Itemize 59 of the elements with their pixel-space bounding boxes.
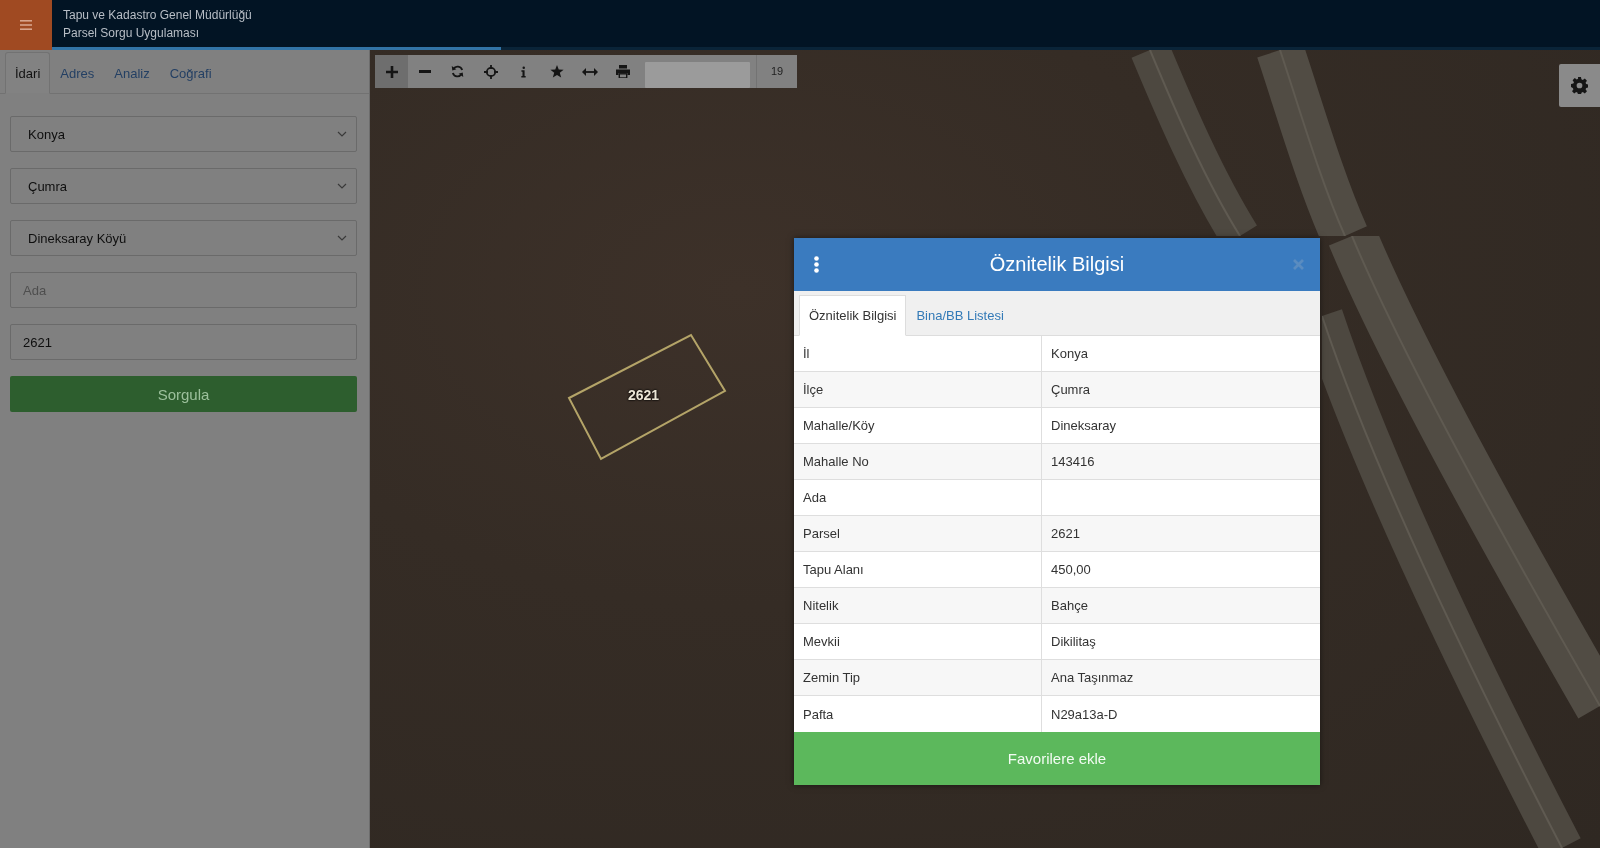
printer-icon	[615, 65, 630, 78]
select-field[interactable]: Dineksaray Köyü	[10, 220, 357, 256]
attribute-name-cell: Mahalle/Köy	[794, 408, 1042, 443]
attribute-name-cell: Nitelik	[794, 588, 1042, 623]
dialog-tab[interactable]: Bina/BB Listesi	[906, 295, 1014, 336]
dialog-title: Öznitelik Bilgisi	[989, 253, 1125, 276]
select-field[interactable]: Konya	[10, 116, 357, 152]
close-icon	[1293, 259, 1304, 270]
attribute-value-cell-text: Çumra	[1050, 381, 1091, 399]
attribute-value-cell-text: 143416	[1050, 453, 1096, 471]
sidebar-tab[interactable]: Adres	[50, 52, 105, 94]
attribute-name-cell: Zemin Tip	[794, 660, 1042, 695]
settings-icon	[1571, 77, 1588, 94]
chevron-down-icon	[337, 235, 347, 241]
text-input-field[interactable]: 2621	[10, 324, 357, 360]
attribute-value-cell-text: Konya	[1050, 345, 1089, 363]
attribute-value-cell-text: 2621	[1050, 525, 1081, 543]
sidebar-tab[interactable]: Analiz	[104, 52, 160, 94]
attribute-value-cell-text: Ana Taşınmaz	[1050, 669, 1135, 687]
sidebar-tab[interactable]: İdari	[5, 52, 51, 94]
attribute-name-cell: İlçe	[794, 372, 1042, 407]
minus-icon	[418, 70, 431, 73]
settings-button[interactable]	[1559, 64, 1600, 107]
attribute-name-cell: Tapu Alanı	[794, 552, 1042, 587]
zoom-in-button[interactable]	[375, 55, 408, 88]
attribute-name-cell: Parsel	[794, 516, 1042, 551]
dialog-tab[interactable]: Öznitelik Bilgisi	[799, 295, 907, 336]
blank-field[interactable]	[645, 62, 750, 88]
query-button[interactable]: Sorgula	[10, 376, 357, 412]
star-icon	[549, 65, 564, 78]
crosshair-icon	[483, 64, 498, 79]
menu-icon	[20, 20, 32, 30]
attribute-name-cell: İl	[794, 336, 1042, 371]
attribute-name-cell: Ada	[794, 480, 1042, 515]
select-value: Çumra	[28, 178, 67, 194]
select-value: Dineksaray Köyü	[28, 230, 127, 246]
attribute-value-cell-text: Dikilitaş	[1050, 633, 1097, 651]
attribute-value-cell-text: 450,00	[1050, 561, 1092, 579]
parcel-label: 2621	[628, 387, 660, 403]
plus-icon	[385, 65, 398, 78]
attribute-value-cell-text: N29a13a-D	[1050, 705, 1119, 724]
zoom-level-label: 19	[756, 55, 797, 88]
chevron-down-icon	[337, 131, 347, 137]
sidebar-tab[interactable]: Coğrafi	[159, 52, 222, 94]
more-options-button[interactable]	[814, 256, 819, 273]
info-icon	[521, 65, 526, 78]
select-value: Konya	[28, 126, 65, 142]
refresh-icon	[451, 65, 464, 78]
double-arrow-icon	[581, 67, 598, 76]
kebab-icon	[814, 256, 819, 273]
parcel-outline[interactable]	[567, 333, 727, 461]
attribute-name-cell: Mevkii	[794, 624, 1042, 659]
attribute-name-cell: Mahalle No	[794, 444, 1042, 479]
attribute-value-cell-text: Bahçe	[1050, 597, 1089, 615]
select-field[interactable]: Çumra	[10, 168, 357, 204]
app-subtitle: Parsel Sorgu Uygulaması	[63, 25, 200, 40]
app-title: Tapu ve Kadastro Genel Müdürlüğü	[63, 7, 252, 22]
chevron-down-icon	[337, 183, 347, 189]
attribute-value-cell-text: Dineksaray	[1050, 417, 1118, 435]
